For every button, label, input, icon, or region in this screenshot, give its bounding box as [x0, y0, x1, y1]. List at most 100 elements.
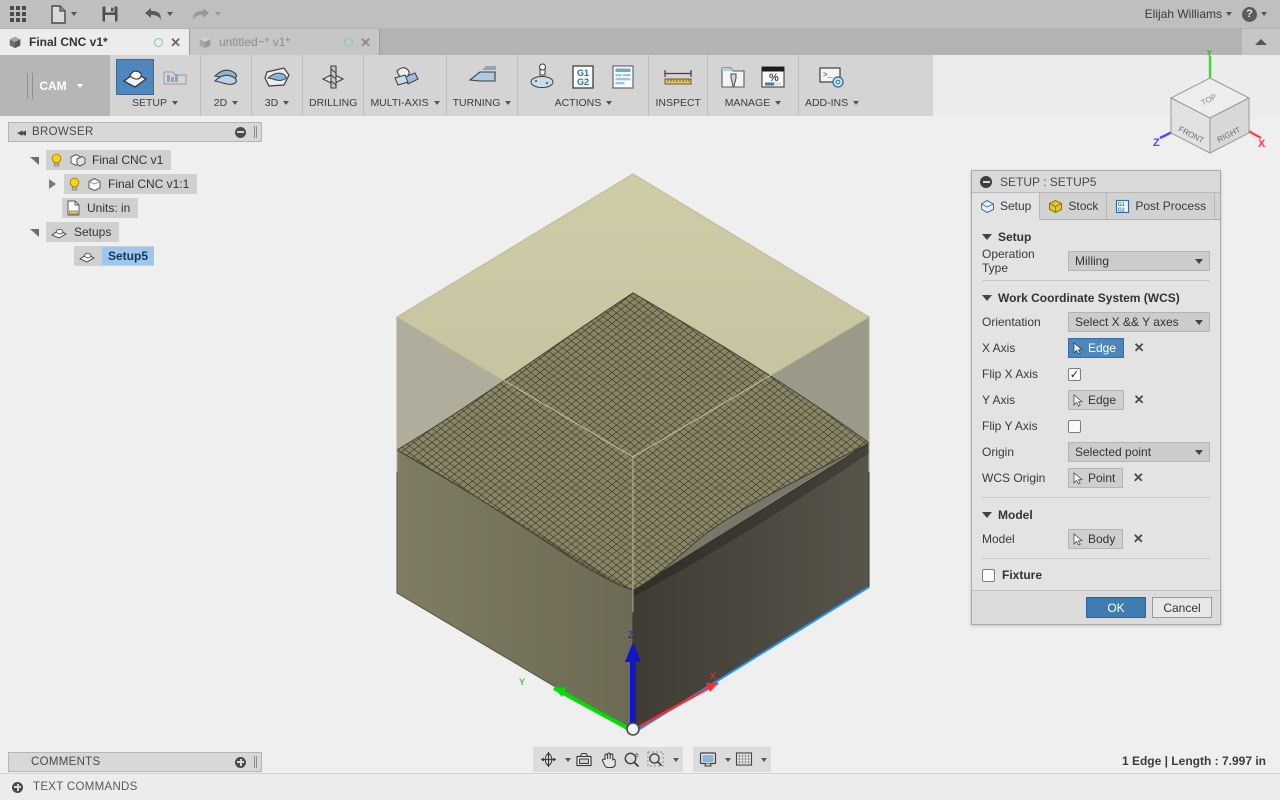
dialog-title-bar: SETUP : SETUP5	[972, 171, 1220, 193]
minimize-icon[interactable]	[980, 176, 992, 188]
section-title: Work Coordinate System (WCS)	[998, 291, 1180, 305]
collapse-all-icon[interactable]	[235, 127, 246, 138]
display-settings-button[interactable]	[697, 748, 719, 771]
look-at-button[interactable]	[573, 748, 595, 771]
chevron-down-icon[interactable]	[232, 101, 238, 105]
clear-model-icon[interactable]: ✕	[1131, 531, 1145, 547]
new-document-button[interactable]	[45, 1, 82, 27]
zoom-window-button[interactable]	[645, 748, 667, 771]
wcs-origin-select-button[interactable]: Point	[1068, 468, 1123, 488]
orientation-select[interactable]: Select X && Y axes	[1068, 312, 1210, 332]
grid-snaps-button[interactable]	[733, 748, 755, 771]
tree-row-setup5[interactable]: Setup5	[8, 244, 268, 268]
chevron-down-icon[interactable]	[673, 758, 679, 762]
chevron-down-icon[interactable]	[505, 101, 511, 105]
measure-icon	[661, 64, 695, 90]
chevron-down-icon[interactable]	[172, 101, 178, 105]
tree-row-final-cnc-v1-1[interactable]: Final CNC v1:1	[8, 172, 268, 196]
save-button[interactable]	[96, 1, 124, 27]
view-cube[interactable]: Y Z X TOP FRONT RIGHT	[1148, 50, 1272, 170]
close-icon[interactable]: ✕	[170, 36, 181, 49]
section-title: Setup	[998, 230, 1031, 244]
collapse-browser-icon[interactable]: ◂◂	[17, 126, 24, 139]
clear-wcs-origin-icon[interactable]: ✕	[1131, 470, 1145, 486]
field-label: X Axis	[982, 341, 1062, 355]
2d-toolpath-button[interactable]	[207, 59, 245, 95]
section-header-model[interactable]: Model	[972, 504, 1220, 526]
operation-type-select[interactable]: Milling	[1068, 251, 1210, 271]
setup-sheet-button[interactable]	[156, 59, 194, 95]
section-header-setup[interactable]: Setup	[972, 226, 1220, 248]
drilling-button[interactable]	[314, 59, 352, 95]
expander-toggle[interactable]	[26, 227, 42, 238]
close-icon[interactable]: ✕	[360, 36, 371, 49]
light-bulb-icon[interactable]	[68, 177, 81, 191]
document-tab-final-cnc[interactable]: Final CNC v1* ✕	[0, 29, 190, 55]
measure-button[interactable]	[659, 59, 697, 95]
simulate-button[interactable]	[524, 59, 562, 95]
tab-setup[interactable]: Setup	[972, 193, 1040, 220]
chevron-down-icon[interactable]	[434, 101, 440, 105]
ribbon-group-manage: % MANAGE	[708, 55, 799, 116]
panel-resize-grip[interactable]	[254, 126, 257, 138]
chevron-down-icon[interactable]	[565, 758, 571, 762]
machine-utilization-button[interactable]: %	[754, 59, 792, 95]
expander-toggle[interactable]	[44, 179, 60, 189]
pan-button[interactable]	[597, 748, 619, 771]
clear-y-axis-icon[interactable]: ✕	[1132, 392, 1146, 408]
field-label: Y Axis	[982, 393, 1062, 407]
flip-y-axis-checkbox[interactable]	[1068, 420, 1081, 433]
expander-toggle[interactable]	[26, 155, 42, 166]
setup-button[interactable]	[116, 59, 154, 95]
panel-resize-grip[interactable]	[254, 756, 257, 768]
x-axis-select-button[interactable]: Edge	[1068, 338, 1124, 358]
workspace-switcher[interactable]: CAM	[0, 55, 110, 116]
light-bulb-icon[interactable]	[50, 153, 63, 167]
setup-sheet-list-button[interactable]	[604, 59, 642, 95]
chevron-down-icon[interactable]	[775, 101, 781, 105]
tab-stock[interactable]: Stock	[1040, 193, 1107, 219]
expand-text-commands-icon[interactable]	[12, 782, 23, 793]
app-grid-icon[interactable]	[0, 1, 31, 27]
chevron-down-icon[interactable]	[725, 758, 731, 762]
ribbon-group-2d: 2D	[201, 55, 252, 116]
cancel-button[interactable]: Cancel	[1152, 597, 1212, 618]
tree-row-final-cnc-v1[interactable]: Final CNC v1	[8, 148, 268, 172]
text-commands-label: TEXT COMMANDS	[33, 781, 138, 793]
turning-button[interactable]	[463, 59, 501, 95]
machine-percent-icon: %	[759, 63, 787, 91]
undo-button[interactable]	[138, 1, 178, 27]
section-header-wcs[interactable]: Work Coordinate System (WCS)	[972, 287, 1220, 309]
clear-x-axis-icon[interactable]: ✕	[1132, 340, 1146, 356]
post-process-button[interactable]: G1 G2	[564, 59, 602, 95]
y-axis-select-button[interactable]: Edge	[1068, 390, 1124, 410]
fixture-checkbox[interactable]	[982, 569, 995, 582]
field-label: Orientation	[982, 315, 1062, 329]
add-comment-icon[interactable]	[235, 757, 246, 768]
tab-post-process[interactable]: G1 G2 Post Process	[1107, 193, 1215, 219]
chevron-down-icon[interactable]	[761, 758, 767, 762]
chevron-down-icon[interactable]	[283, 101, 289, 105]
origin-select[interactable]: Selected point	[1068, 442, 1210, 462]
tool-library-button[interactable]	[714, 59, 752, 95]
model-select-button[interactable]: Body	[1068, 529, 1123, 549]
help-menu[interactable]: ?	[1237, 1, 1272, 27]
field-flip-y-axis: Flip Y Axis	[972, 413, 1220, 439]
wcs-origin-marker	[627, 723, 639, 735]
3d-toolpath-button[interactable]	[258, 59, 296, 95]
redo-button[interactable]	[186, 1, 226, 27]
document-tab-untitled[interactable]: untitled~* v1* ✕	[190, 29, 380, 55]
user-account-menu[interactable]: Elijah Williams	[1140, 1, 1237, 27]
multi-axis-button[interactable]	[386, 59, 424, 95]
orbit-button[interactable]	[537, 748, 559, 771]
browser-panel-header: ◂◂ BROWSER	[8, 122, 262, 142]
add-ins-button[interactable]: >_	[813, 59, 851, 95]
tree-row-setups[interactable]: Setups	[8, 220, 268, 244]
zoom-button[interactable]: ±	[621, 748, 643, 771]
chevron-down-icon[interactable]	[606, 101, 612, 105]
chevron-down-icon[interactable]	[853, 101, 859, 105]
tree-row-units[interactable]: Units: in	[8, 196, 268, 220]
ok-button[interactable]: OK	[1086, 597, 1146, 618]
select-value: Milling	[1075, 254, 1109, 268]
flip-x-axis-checkbox[interactable]: ✓	[1068, 368, 1081, 381]
